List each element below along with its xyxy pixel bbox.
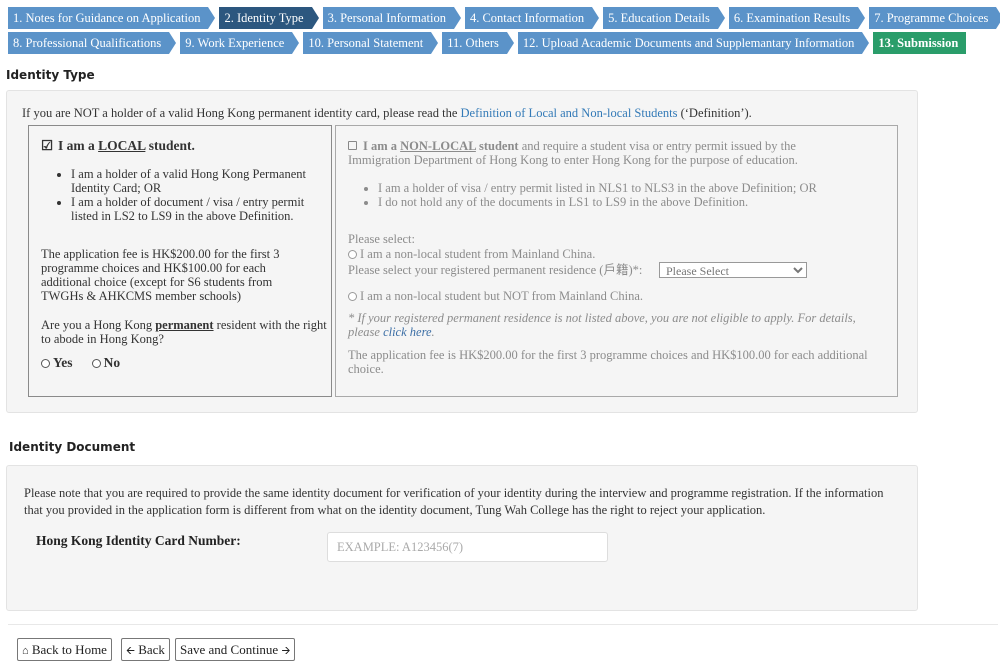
non-local-criterion: I do not hold any of the documents in LS… (378, 195, 880, 209)
step-2-identity-type[interactable]: 2. Identity Type (219, 7, 319, 29)
step-7-programme-choices[interactable]: 7. Programme Choices (869, 7, 1000, 29)
identity-intro: If you are NOT a holder of a valid Hong … (22, 106, 752, 121)
step-navigation: 1. Notes for Guidance on Application 2. … (8, 7, 1000, 57)
mainland-radio[interactable] (348, 250, 357, 259)
residence-note-end: . (431, 325, 435, 339)
step-10-personal-statement[interactable]: 10. Personal Statement (303, 32, 439, 54)
non-local-title-keyword: NON-LOCAL (400, 139, 476, 153)
mainland-label: I am a non-local student from Mainland C… (360, 247, 596, 261)
step-11-others[interactable]: 11. Others (442, 32, 514, 54)
yes-option[interactable]: Yes (41, 355, 73, 370)
identity-document-panel: Please note that you are required to pro… (6, 465, 918, 611)
other-non-local-label: I am a non-local student but NOT from Ma… (360, 289, 644, 303)
local-student-checkbox[interactable]: ☑ I am a LOCAL student. (41, 138, 195, 154)
step-3-personal-information[interactable]: 3. Personal Information (322, 7, 462, 29)
click-here-link[interactable]: click here (383, 325, 431, 339)
non-local-title: I am a NON-LOCAL student and require a s… (348, 139, 848, 167)
save-and-continue-label: Save and Continue (180, 642, 279, 657)
non-local-title-student: student (475, 139, 519, 153)
non-local-criteria-list: I am a holder of visa / entry permit lis… (360, 181, 880, 209)
divider (8, 624, 998, 625)
step-12-upload-documents[interactable]: 12. Upload Academic Documents and Supple… (517, 32, 869, 54)
identity-document-note: Please note that you are required to pro… (24, 486, 884, 517)
permanent-resident-answers: Yes No (41, 355, 120, 371)
question-text: Are you a Hong Kong (41, 318, 156, 332)
intro-text: If you are NOT a holder of a valid Hong … (22, 106, 461, 120)
hkid-input[interactable] (327, 532, 608, 562)
no-option[interactable]: No (91, 355, 121, 370)
residence-select[interactable]: Please Select (659, 262, 807, 278)
yes-label: Yes (53, 355, 73, 370)
identity-type-panel: If you are NOT a holder of a valid Hong … (6, 90, 918, 413)
identity-document-heading: Identity Document (9, 440, 136, 454)
local-student-option[interactable]: ☑ I am a LOCAL student. I am a holder of … (28, 125, 332, 397)
local-title-keyword: LOCAL (98, 138, 146, 153)
yes-radio[interactable] (41, 359, 50, 368)
back-button[interactable]: 🡨 Back (121, 638, 170, 661)
non-local-checkbox[interactable] (348, 141, 357, 150)
non-local-student-option[interactable]: I am a NON-LOCAL student and require a s… (335, 125, 898, 397)
save-and-continue-button[interactable]: Save and Continue 🡪 (175, 638, 296, 661)
definition-link[interactable]: Definition of Local and Non-local Studen… (461, 106, 678, 120)
checked-checkbox-icon[interactable]: ☑ (41, 138, 54, 154)
residence-label: Please select your registered permanent … (348, 263, 643, 277)
step-4-contact-information[interactable]: 4. Contact Information (464, 7, 600, 29)
question-keyword: permanent (155, 318, 214, 332)
back-to-home-button[interactable]: ⌂ Back to Home (17, 638, 112, 661)
identity-type-heading: Identity Type (6, 68, 95, 82)
permanent-resident-question: Are you a Hong Kong permanent resident w… (41, 318, 331, 346)
local-criterion: I am a holder of a valid Hong Kong Perma… (71, 167, 323, 195)
step-8-professional-qualifications[interactable]: 8. Professional Qualifications (8, 32, 177, 54)
step-9-work-experience[interactable]: 9. Work Experience (180, 32, 300, 54)
step-6-examination-results[interactable]: 6. Examination Results (728, 7, 866, 29)
step-row-1: 1. Notes for Guidance on Application 2. … (8, 7, 1000, 29)
no-label: No (103, 355, 121, 370)
non-local-fee-text: The application fee is HK$200.00 for the… (348, 348, 868, 376)
other-non-local-option[interactable]: I am a non-local student but NOT from Ma… (348, 289, 643, 303)
step-1-notes[interactable]: 1. Notes for Guidance on Application (8, 7, 216, 29)
intro-text-end: (‘Definition’). (677, 106, 752, 120)
please-select-label: Please select: (348, 232, 415, 246)
local-title-pre: I am a (58, 138, 99, 153)
other-non-local-radio[interactable] (348, 292, 357, 301)
step-13-submission[interactable]: 13. Submission (873, 32, 967, 54)
local-fee-text: The application fee is HK$200.00 for the… (41, 247, 280, 303)
local-criterion: I am a holder of document / visa / entry… (71, 195, 323, 223)
non-local-criterion: I am a holder of visa / entry permit lis… (378, 181, 880, 195)
residence-note: * If your registered permanent residence… (348, 311, 868, 339)
arrow-right-icon: 🡪 (281, 645, 291, 657)
hkid-label: Hong Kong Identity Card Number: (36, 533, 241, 548)
non-local-title-pre: I am a (363, 139, 401, 153)
step-5-education-details[interactable]: 5. Education Details (603, 7, 725, 29)
home-icon: ⌂ (22, 645, 29, 657)
arrow-left-icon: 🡨 (126, 645, 135, 657)
mainland-option[interactable]: I am a non-local student from Mainland C… (348, 247, 595, 261)
local-title-post: student. (145, 138, 195, 153)
step-row-2: 8. Professional Qualifications 9. Work E… (8, 32, 998, 54)
back-to-home-label: Back to Home (31, 642, 107, 657)
local-criteria-list: I am a holder of a valid Hong Kong Perma… (53, 167, 323, 223)
no-radio[interactable] (91, 359, 101, 368)
back-label: Back (138, 642, 165, 657)
